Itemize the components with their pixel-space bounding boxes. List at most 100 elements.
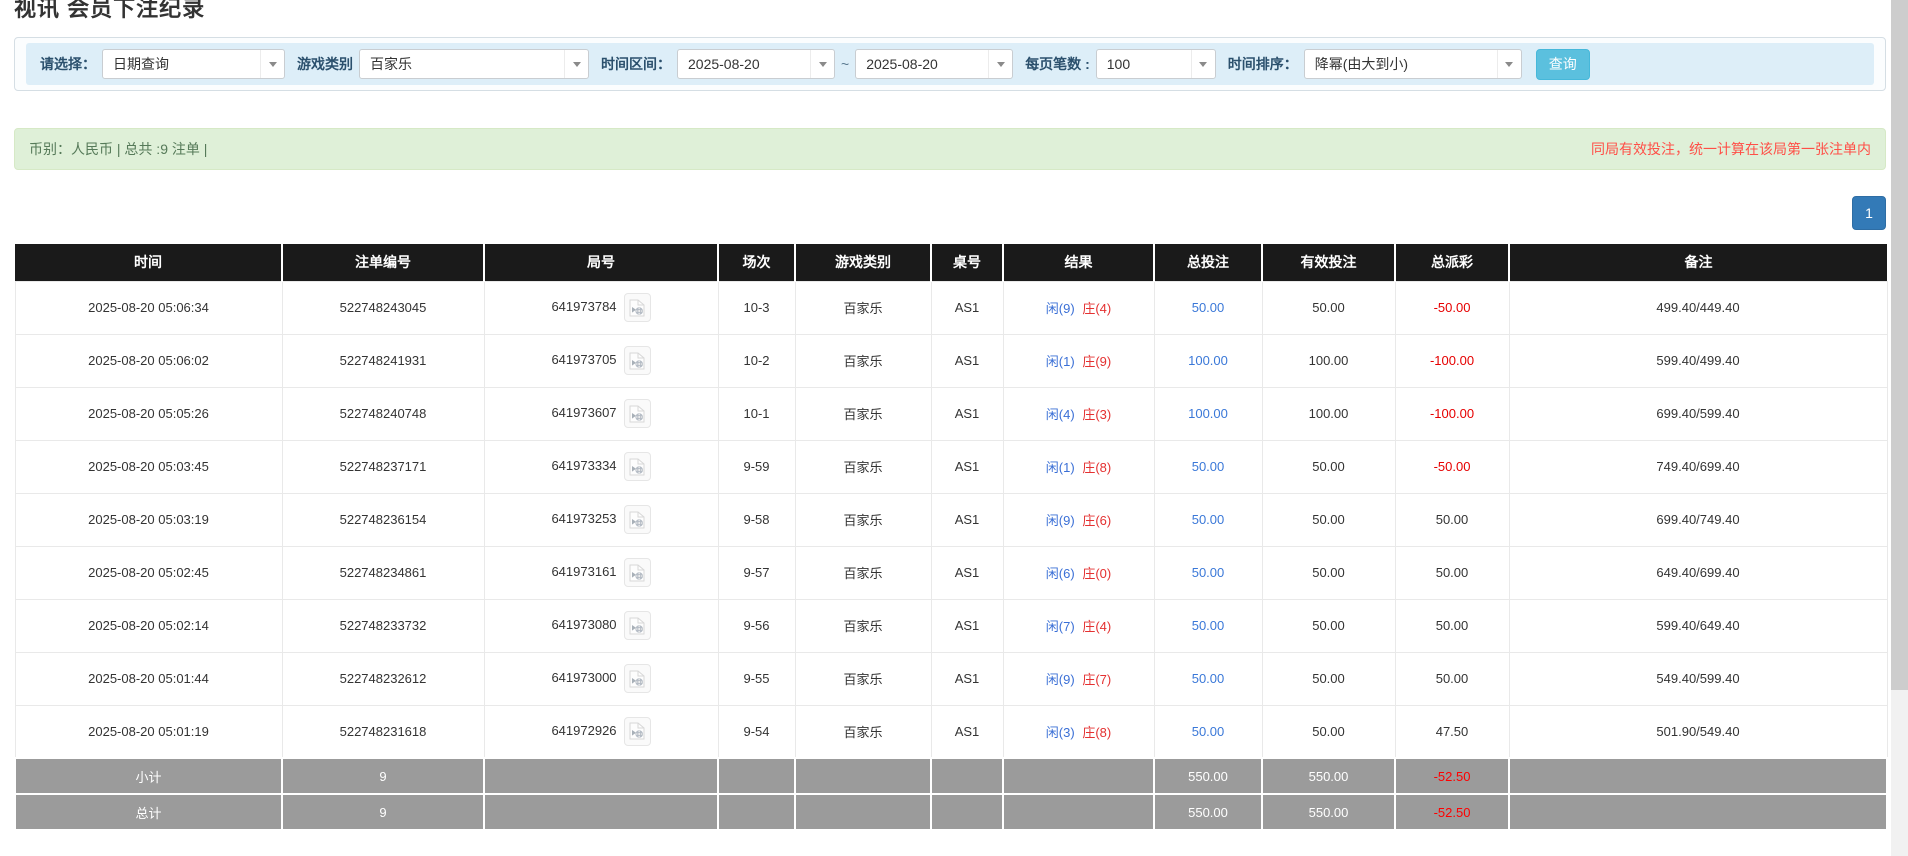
- total-bet-link[interactable]: 100.00: [1188, 353, 1228, 368]
- cell-session: 10-2: [718, 334, 795, 387]
- subtotal-empty-round: [484, 758, 718, 794]
- total-bet-link[interactable]: 50.00: [1192, 565, 1225, 580]
- chevron-down-icon: [1497, 50, 1521, 78]
- query-type-value: 日期查询: [103, 54, 169, 74]
- cell-table-no: AS1: [931, 440, 1003, 493]
- cell-game-type: 百家乐: [795, 334, 931, 387]
- header-game-type: 游戏类别: [795, 244, 931, 281]
- sort-value: 降幂(由大到小): [1305, 54, 1408, 74]
- total-bet-link[interactable]: 50.00: [1192, 459, 1225, 474]
- cell-time: 2025-08-20 05:01:44: [15, 652, 282, 705]
- cell-remark: 749.40/699.40: [1509, 440, 1887, 493]
- cell-session: 9-59: [718, 440, 795, 493]
- cell-round-id: 641973000: [484, 652, 718, 705]
- round-id-value: 641973253: [551, 511, 616, 526]
- page-title: 视讯 会员下注纪录: [14, 0, 1886, 23]
- cell-game-type: 百家乐: [795, 705, 931, 758]
- cell-payout: 50.00: [1395, 599, 1509, 652]
- cell-time: 2025-08-20 05:06:02: [15, 334, 282, 387]
- total-total-bet: 550.00: [1154, 794, 1262, 830]
- table-body: 2025-08-20 05:06:34 522748243045 6419737…: [15, 281, 1887, 758]
- total-bet-link[interactable]: 50.00: [1192, 618, 1225, 633]
- total-count: 9: [282, 794, 484, 830]
- total-bet-link[interactable]: 50.00: [1192, 300, 1225, 315]
- video-replay-icon[interactable]: [624, 611, 651, 640]
- filter-panel: 请选择： 日期查询 游戏类别 百家乐 时间区间： 2025-08-20 ~ 20…: [14, 37, 1886, 91]
- total-bet-link[interactable]: 50.00: [1192, 724, 1225, 739]
- cell-bet-id: 522748240748: [282, 387, 484, 440]
- date-to-select[interactable]: 2025-08-20: [855, 49, 1013, 79]
- cell-bet-id: 522748236154: [282, 493, 484, 546]
- subtotal-row: 小计 9 550.00 550.00 -52.50: [15, 758, 1887, 794]
- cell-bet-id: 522748231618: [282, 705, 484, 758]
- search-button[interactable]: 查询: [1536, 49, 1590, 80]
- cell-remark: 649.40/699.40: [1509, 546, 1887, 599]
- total-bet-link[interactable]: 50.00: [1192, 671, 1225, 686]
- video-replay-icon[interactable]: [624, 664, 651, 693]
- cell-result: 闲(9) 庄(4): [1003, 281, 1154, 334]
- video-replay-icon[interactable]: [624, 452, 651, 481]
- subtotal-valid-bet: 550.00: [1262, 758, 1395, 794]
- total-payout: -52.50: [1395, 794, 1509, 830]
- page-1-button[interactable]: 1: [1852, 196, 1886, 230]
- cell-table-no: AS1: [931, 387, 1003, 440]
- cell-result: 闲(9) 庄(7): [1003, 652, 1154, 705]
- game-type-select[interactable]: 百家乐: [359, 49, 589, 79]
- cell-result: 闲(7) 庄(4): [1003, 599, 1154, 652]
- cell-total-bet: 50.00: [1154, 652, 1262, 705]
- video-replay-icon[interactable]: [624, 293, 651, 322]
- query-type-select[interactable]: 日期查询: [102, 49, 285, 79]
- cell-table-no: AS1: [931, 652, 1003, 705]
- result-player: 闲(6): [1046, 566, 1075, 581]
- subtotal-label: 小计: [15, 758, 282, 794]
- total-bet-link[interactable]: 100.00: [1188, 406, 1228, 421]
- result-player: 闲(1): [1046, 460, 1075, 475]
- result-banker: 庄(0): [1082, 566, 1111, 581]
- total-empty-table: [931, 794, 1003, 830]
- cell-valid-bet: 50.00: [1262, 493, 1395, 546]
- cell-round-id: 641973080: [484, 599, 718, 652]
- cell-result: 闲(4) 庄(3): [1003, 387, 1154, 440]
- cell-game-type: 百家乐: [795, 546, 931, 599]
- cell-table-no: AS1: [931, 705, 1003, 758]
- total-empty-session: [718, 794, 795, 830]
- cell-valid-bet: 50.00: [1262, 546, 1395, 599]
- cell-game-type: 百家乐: [795, 652, 931, 705]
- video-replay-icon[interactable]: [624, 399, 651, 428]
- result-banker: 庄(6): [1082, 513, 1111, 528]
- video-replay-icon[interactable]: [624, 558, 651, 587]
- subtotal-total-bet: 550.00: [1154, 758, 1262, 794]
- video-replay-icon[interactable]: [624, 505, 651, 534]
- video-replay-icon[interactable]: [624, 717, 651, 746]
- scrollbar-thumb[interactable]: [1891, 0, 1908, 690]
- header-bet-id: 注单编号: [282, 244, 484, 281]
- header-table-no: 桌号: [931, 244, 1003, 281]
- result-banker: 庄(7): [1082, 672, 1111, 687]
- cell-total-bet: 50.00: [1154, 281, 1262, 334]
- cell-session: 10-3: [718, 281, 795, 334]
- round-id-value: 641972926: [551, 723, 616, 738]
- cell-game-type: 百家乐: [795, 281, 931, 334]
- cell-valid-bet: 50.00: [1262, 705, 1395, 758]
- valid-bet-notice: 同局有效投注，统一计算在该局第一张注单内: [1591, 139, 1871, 159]
- round-id-value: 641973161: [551, 564, 616, 579]
- result-player: 闲(4): [1046, 407, 1075, 422]
- result-player: 闲(3): [1046, 725, 1075, 740]
- cell-total-bet: 100.00: [1154, 334, 1262, 387]
- total-bet-link[interactable]: 50.00: [1192, 512, 1225, 527]
- page-size-select[interactable]: 100: [1096, 49, 1216, 79]
- date-from-select[interactable]: 2025-08-20: [677, 49, 835, 79]
- header-valid-bet: 有效投注: [1262, 244, 1395, 281]
- video-replay-icon[interactable]: [624, 346, 651, 375]
- cell-valid-bet: 50.00: [1262, 652, 1395, 705]
- cell-time: 2025-08-20 05:06:34: [15, 281, 282, 334]
- cell-game-type: 百家乐: [795, 440, 931, 493]
- subtotal-empty-remark: [1509, 758, 1887, 794]
- sort-select[interactable]: 降幂(由大到小): [1304, 49, 1522, 79]
- result-banker: 庄(8): [1082, 460, 1111, 475]
- page-size-label: 每页笔数 :: [1025, 54, 1090, 74]
- result-banker: 庄(4): [1082, 619, 1111, 634]
- result-banker: 庄(4): [1082, 301, 1111, 316]
- cell-bet-id: 522748232612: [282, 652, 484, 705]
- cell-round-id: 641973161: [484, 546, 718, 599]
